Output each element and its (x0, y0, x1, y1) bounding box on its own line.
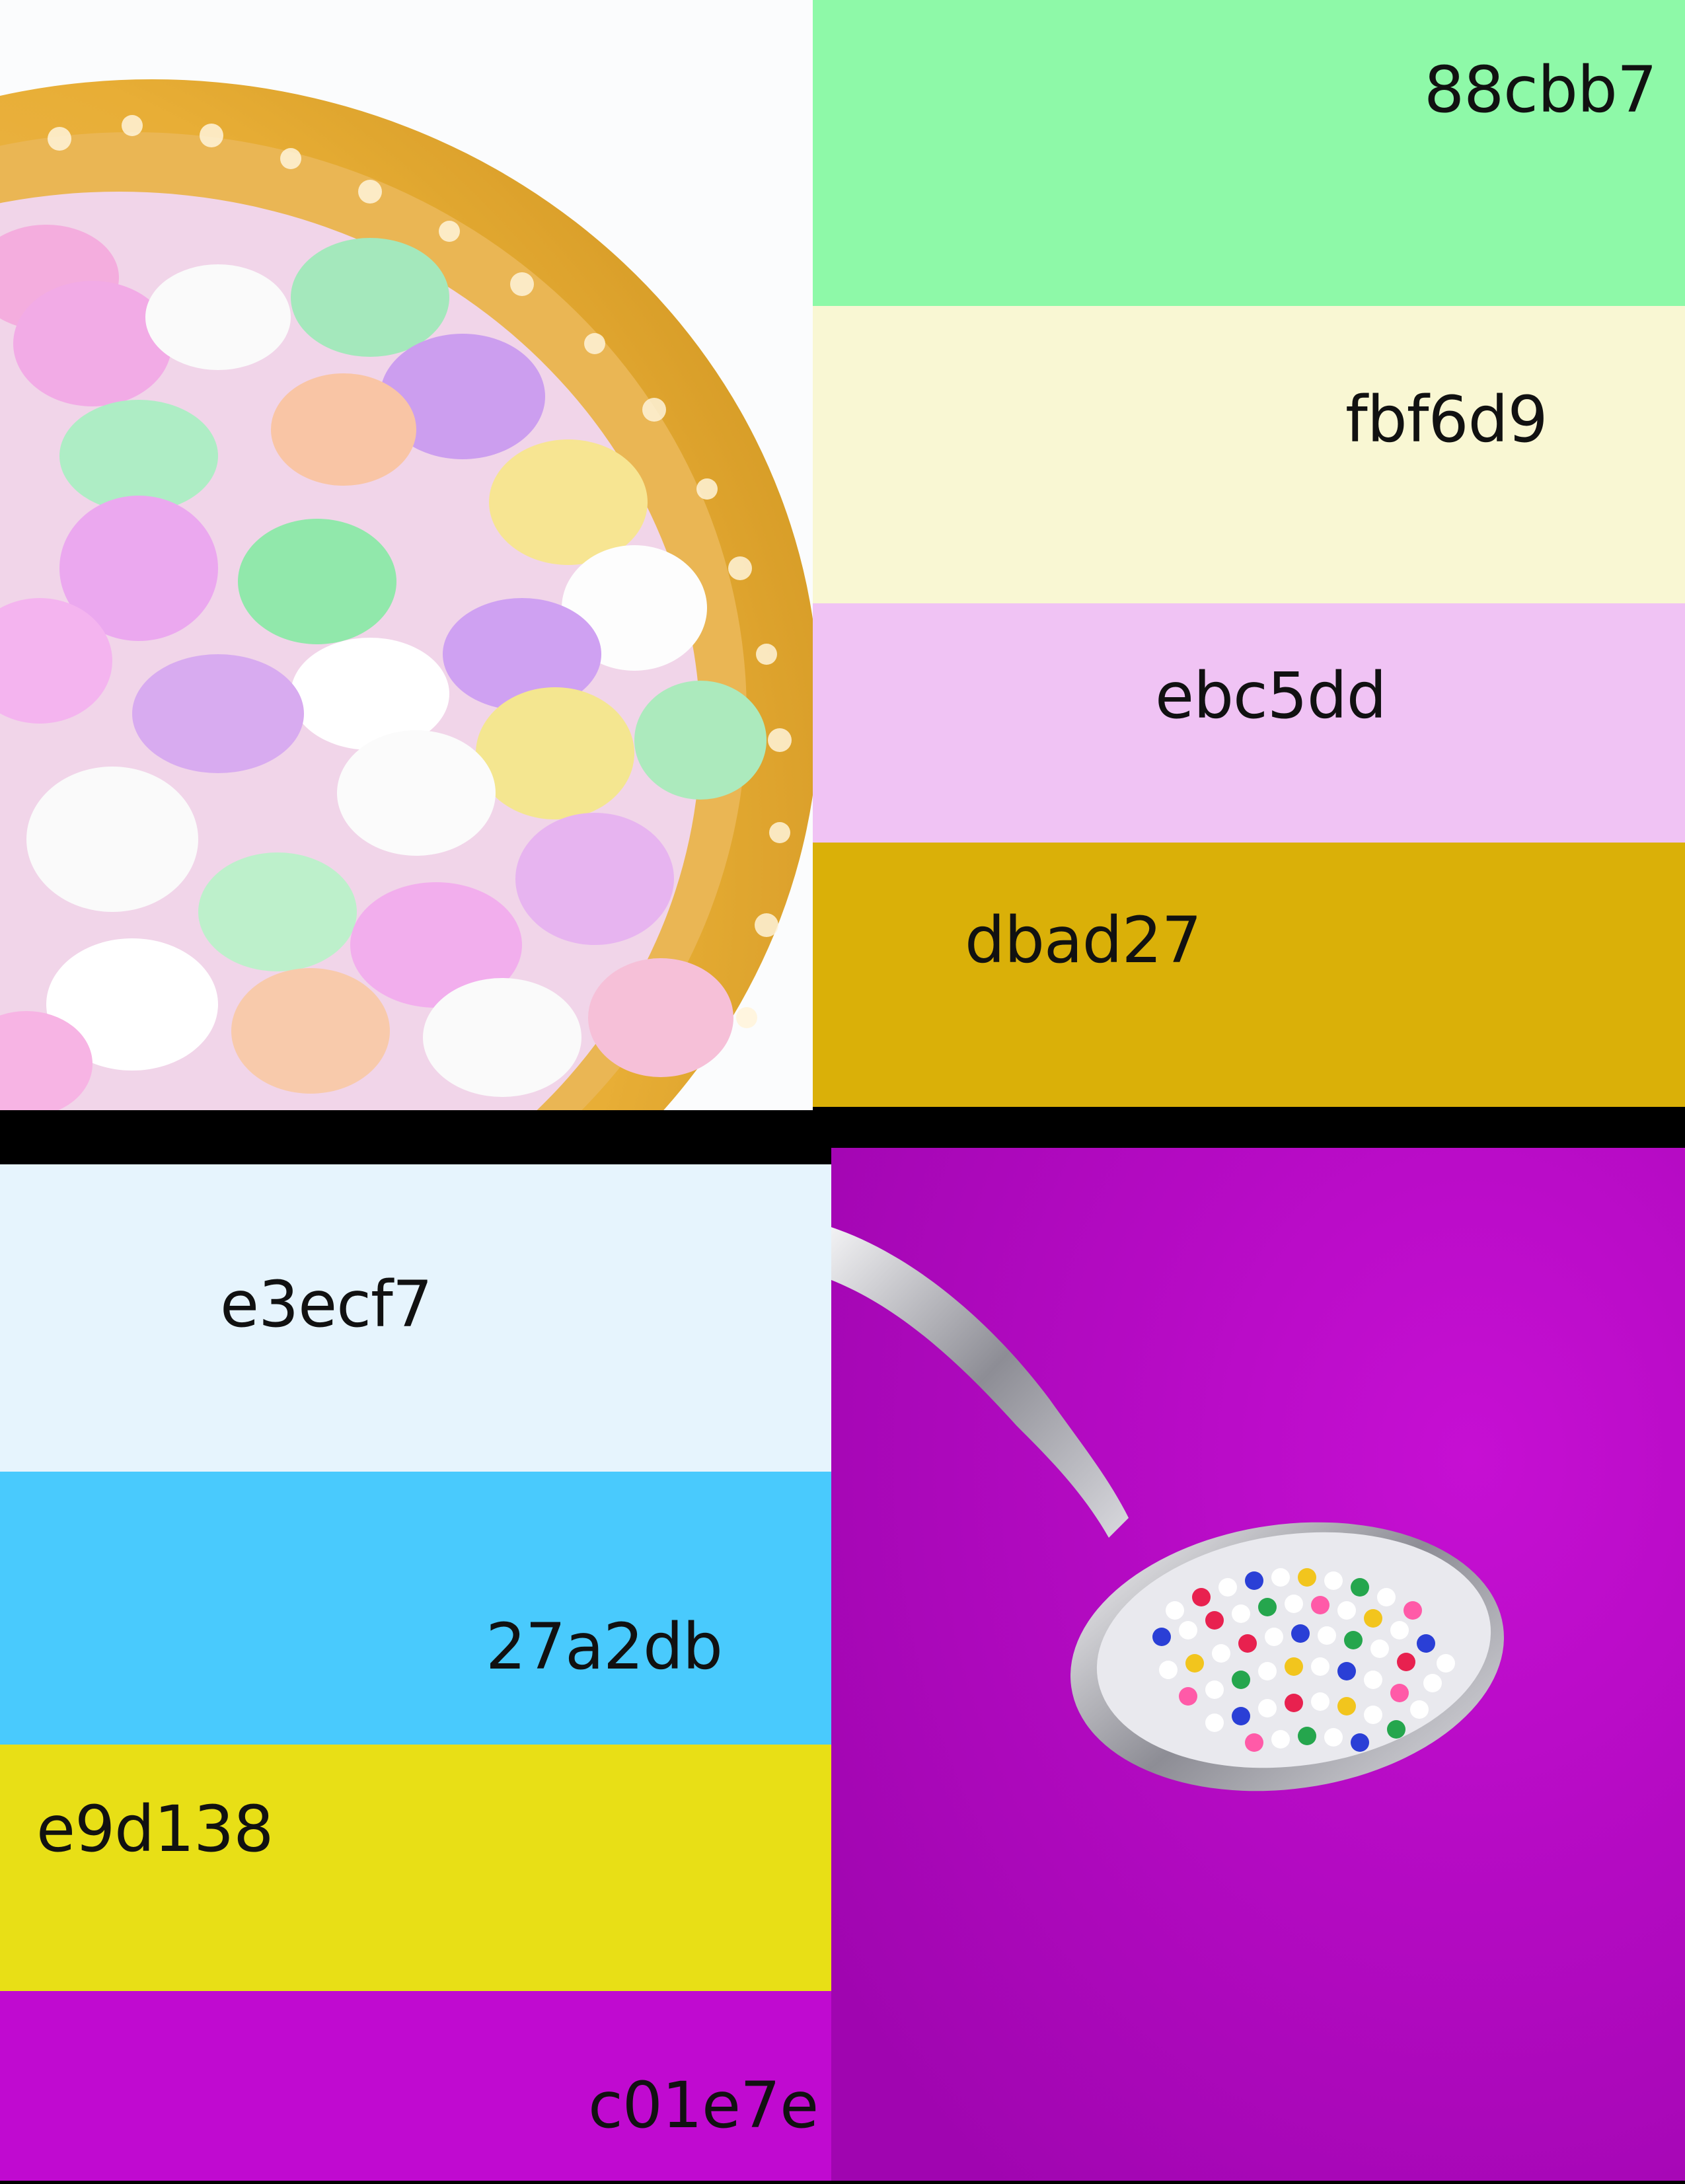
swatch-hex-label: 27a2db (486, 1610, 723, 1684)
swatch-hex-label: c01e7e (588, 2068, 819, 2142)
swatch-27a2db: 27a2db (0, 1472, 831, 1745)
swatch-e9d138: e9d138 (0, 1745, 831, 1991)
swatch-fbf6d9: fbf6d9 (813, 306, 1685, 603)
swatch-hex-label: 88cbb7 (1424, 53, 1657, 127)
swatch-c01e7e: c01e7e (0, 1991, 831, 2181)
swatch-88cbb7: 88cbb7 (813, 0, 1685, 306)
candy-hearts-illustration (0, 0, 819, 1335)
swatch-hex-label: e9d138 (36, 1792, 274, 1866)
swatch-hex-label: ebc5dd (1155, 659, 1387, 733)
sprinkles-spoon-photo (831, 1148, 1685, 2181)
swatch-ebc5dd: ebc5dd (813, 603, 1685, 843)
swatch-hex-label: fbf6d9 (1345, 383, 1548, 457)
swatch-dbad27: dbad27 (813, 843, 1685, 1107)
swatch-hex-label: dbad27 (965, 903, 1202, 977)
candy-hearts-photo (0, 0, 819, 1335)
swatch-e3ecf7: e3ecf7 (0, 1164, 831, 1472)
sprinkles-spoon-illustration (831, 1148, 1685, 2181)
swatch-hex-label: e3ecf7 (220, 1267, 433, 1341)
